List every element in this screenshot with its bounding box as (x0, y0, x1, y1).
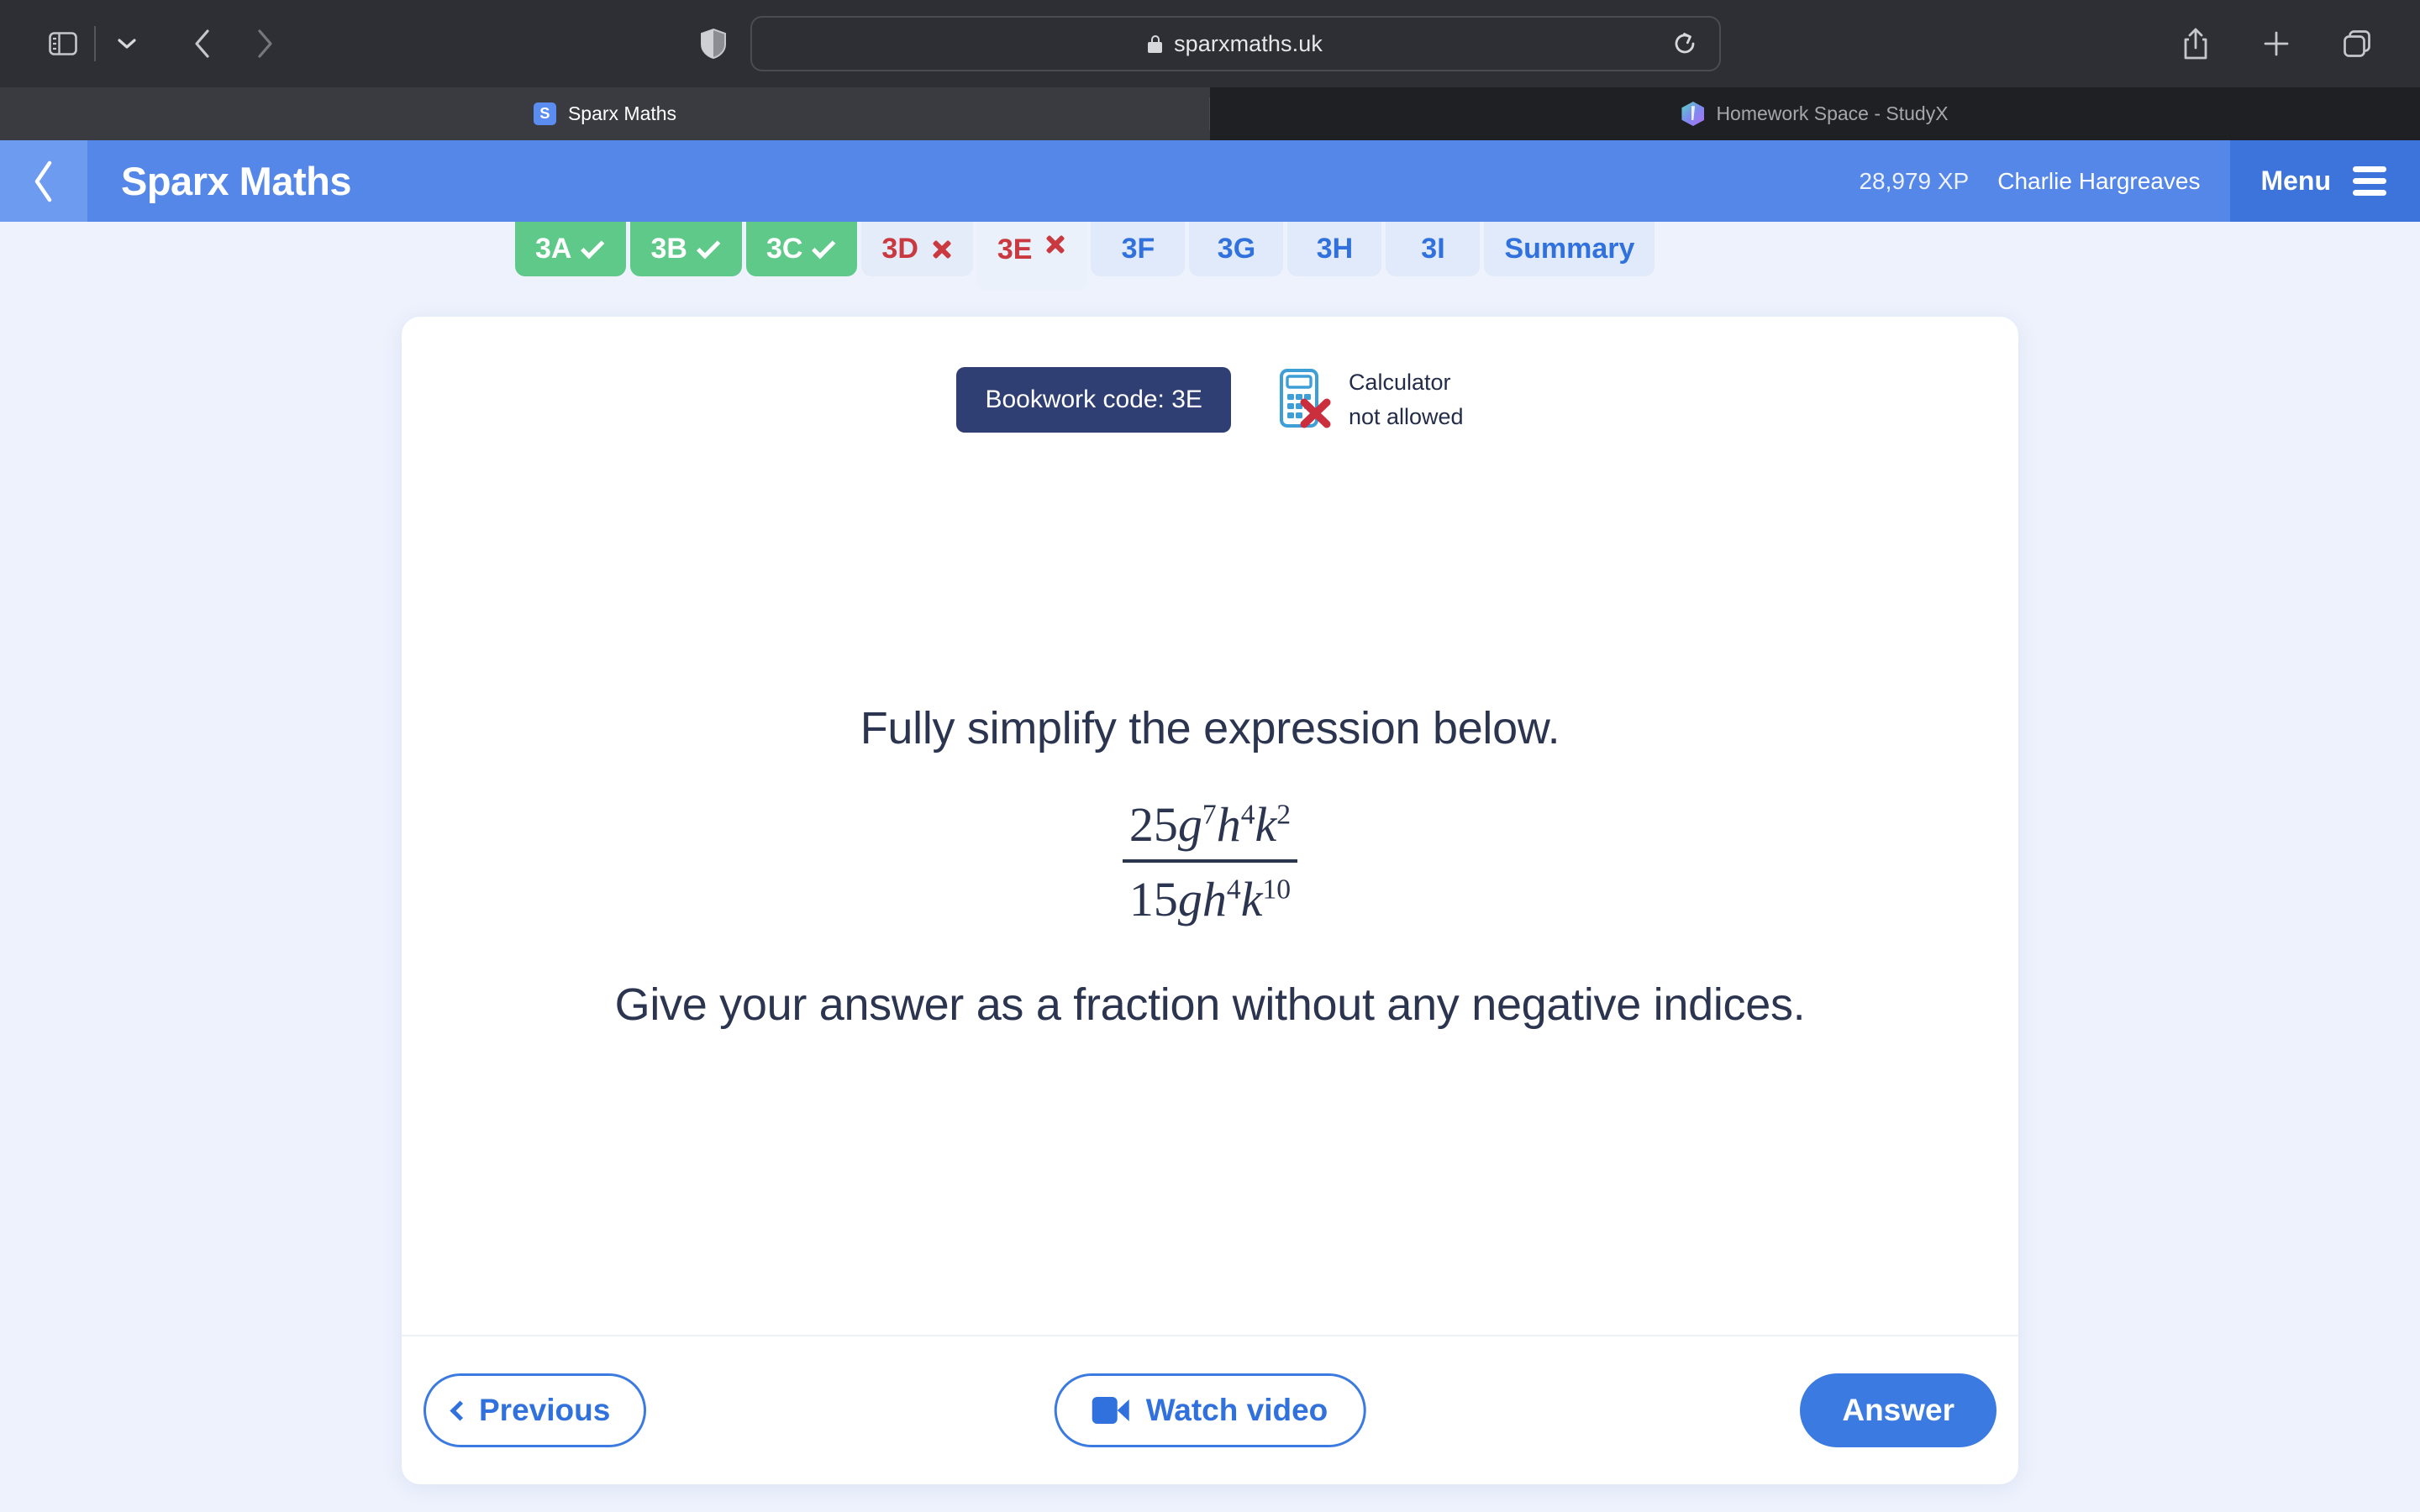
section-tab-3b[interactable]: 3B (630, 222, 742, 276)
previous-button[interactable]: Previous (424, 1373, 647, 1447)
video-camera-icon (1092, 1397, 1129, 1424)
chevron-down-icon[interactable] (101, 18, 153, 70)
calculator-notice: Calculator not allowed (1279, 365, 1464, 433)
sidebar-toggle-icon[interactable] (37, 18, 89, 70)
watch-video-button[interactable]: Watch video (1054, 1373, 1366, 1447)
section-tab-3d[interactable]: 3D (861, 222, 973, 276)
numerator-exp-h: 4 (1240, 799, 1255, 831)
section-tab-label: 3A (535, 233, 572, 265)
toolbar-divider (94, 26, 96, 61)
sparx-s-favicon: S (533, 102, 556, 125)
page-title: Sparx Maths (121, 159, 351, 203)
numerator-term-k: k (1255, 797, 1277, 852)
reload-icon[interactable] (1662, 21, 1707, 66)
check-icon (696, 234, 721, 259)
fraction-numerator: 25g7h4k2 (1123, 796, 1297, 859)
section-tab-3e[interactable]: 3E (976, 222, 1087, 291)
section-tab-3g[interactable]: 3G (1189, 222, 1284, 276)
menu-button[interactable]: Menu (2230, 140, 2420, 222)
denominator-term-g: g (1177, 872, 1202, 927)
denominator-coefficient: 15 (1128, 872, 1178, 927)
question-body: Fully simplify the expression below. 25g… (402, 433, 2018, 1335)
numerator-coefficient: 25 (1128, 797, 1178, 852)
denominator-exp-h: 4 (1226, 874, 1241, 906)
denominator-term-k: k (1240, 872, 1263, 927)
section-tab-3f[interactable]: 3F (1091, 222, 1186, 276)
previous-button-label: Previous (479, 1393, 611, 1427)
browser-tab-sparx-maths[interactable]: S Sparx Maths (0, 87, 1210, 140)
sparx-app: Sparx Maths 28,979 XP Charlie Hargreaves… (0, 140, 2420, 1512)
chevron-left-icon (34, 160, 52, 202)
numerator-exp-k: 2 (1276, 799, 1292, 831)
calculator-line-1: Calculator (1348, 370, 1451, 395)
browser-tab-title: Homework Space - StudyX (1716, 102, 1949, 124)
cross-icon (1044, 234, 1066, 255)
address-bar-group: sparxmaths.uk (664, 16, 1756, 71)
card-top-row: Bookwork code: 3E Calculator not allowed (402, 317, 2018, 433)
forward-arrow-icon[interactable] (239, 18, 291, 70)
tab-overview-icon[interactable] (2331, 18, 2383, 70)
fraction: 25g7h4k2 15gh4k10 (1122, 796, 1298, 927)
toolbar-right-group (2170, 18, 2383, 70)
denominator-term-h: h (1202, 872, 1227, 927)
question-card: Bookwork code: 3E Calculator not allowed… (402, 317, 2018, 1484)
browser-tab-strip: S Sparx Maths Homework Space - StudyX (0, 87, 2420, 140)
share-icon[interactable] (2170, 18, 2222, 70)
calculator-not-allowed-icon (1279, 368, 1332, 431)
check-icon (581, 234, 605, 259)
plus-icon[interactable] (2250, 18, 2302, 70)
watch-video-button-label: Watch video (1145, 1393, 1328, 1427)
section-tab-3i[interactable]: 3I (1386, 222, 1481, 276)
studyx-hex-favicon (1681, 102, 1705, 126)
question-instruction: Give your answer as a fraction without a… (614, 979, 1806, 1030)
browser-chrome: sparxmaths.uk S Sparx Maths Homework Spa… (0, 0, 2420, 140)
toolbar-left-group (37, 18, 291, 70)
section-tab-summary[interactable]: Summary (1484, 222, 1655, 276)
numerator-term-g: g (1177, 797, 1202, 852)
section-tab-label: 3E (997, 234, 1033, 265)
fraction-denominator: 15gh4k10 (1122, 859, 1298, 927)
cross-icon (931, 239, 953, 260)
browser-tab-title: Sparx Maths (567, 102, 677, 124)
xp-counter: 28,979 XP (1859, 167, 1970, 194)
url-bar[interactable]: sparxmaths.uk (750, 16, 1721, 71)
app-back-button[interactable] (0, 140, 87, 222)
card-footer: Previous Watch video Answer (402, 1335, 2018, 1484)
chevron-left-icon (450, 1399, 471, 1421)
calculator-notice-text: Calculator not allowed (1349, 365, 1464, 433)
app-header: Sparx Maths 28,979 XP Charlie Hargreaves… (0, 140, 2420, 222)
bookwork-code-badge: Bookwork code: 3E (956, 366, 1231, 433)
privacy-shield-icon[interactable] (700, 28, 727, 60)
browser-tab-homework-space[interactable]: Homework Space - StudyX (1210, 87, 2420, 140)
section-tab-label: 3B (650, 233, 687, 265)
browser-toolbar: sparxmaths.uk (0, 0, 2420, 87)
question-prompt: Fully simplify the expression below. (860, 703, 1560, 753)
expression: 25g7h4k2 15gh4k10 (1122, 796, 1298, 927)
section-tab-3c[interactable]: 3C (745, 222, 858, 276)
denominator-exp-k: 10 (1262, 874, 1292, 906)
section-tab-label: 3D (881, 233, 918, 265)
numerator-exp-g: 7 (1202, 799, 1217, 831)
menu-button-label: Menu (2260, 165, 2331, 196)
numerator-term-h: h (1216, 797, 1241, 852)
section-tab-label: 3C (765, 233, 803, 265)
section-tab-3h[interactable]: 3H (1287, 222, 1382, 276)
url-text: sparxmaths.uk (1174, 30, 1323, 56)
app-header-right: 28,979 XP Charlie Hargreaves Menu (1859, 140, 2420, 222)
check-icon (812, 234, 836, 259)
answer-button[interactable]: Answer (1800, 1373, 1996, 1447)
url-inner: sparxmaths.uk (1148, 31, 1323, 57)
calculator-line-2: not allowed (1348, 403, 1464, 429)
user-name: Charlie Hargreaves (1997, 167, 2201, 194)
back-arrow-icon[interactable] (176, 18, 229, 70)
section-tab-3a[interactable]: 3A (515, 222, 627, 276)
hamburger-icon (2353, 166, 2386, 196)
lock-icon (1148, 34, 1163, 53)
